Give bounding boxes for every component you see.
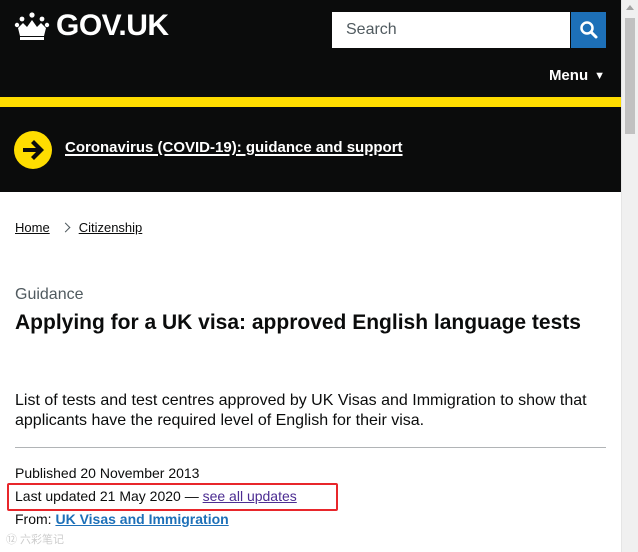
page-title: Applying for a UK visa: approved English… (15, 311, 581, 334)
logo-text: GOV.UK (56, 9, 169, 42)
section-divider (15, 447, 606, 448)
arrow-right-circle-icon (14, 131, 52, 169)
published-info: Published 20 November 2013 (15, 465, 199, 481)
govuk-logo-link[interactable]: GOV.UK (14, 8, 169, 44)
scroll-up-arrow-icon[interactable] (626, 5, 634, 10)
browser-viewport: GOV.UK Search Menu ▼ Coronavirus (COVID-… (0, 0, 638, 552)
page-caption: Guidance (15, 286, 84, 303)
breadcrumb: Home Citizenship (15, 220, 142, 235)
vertical-scrollbar[interactable] (621, 0, 638, 552)
search-button[interactable] (571, 12, 606, 48)
menu-button[interactable]: Menu ▼ (549, 66, 605, 84)
published-date: 20 November 2013 (80, 465, 200, 481)
from-label: From: (15, 511, 56, 527)
page-lead: List of tests and test centres approved … (15, 392, 587, 429)
header-yellow-stripe (0, 97, 621, 107)
breadcrumb-citizenship[interactable]: Citizenship (79, 220, 143, 235)
chevron-down-icon: ▼ (594, 70, 605, 82)
highlight-annotation-box (7, 483, 338, 511)
published-prefix: Published (15, 465, 81, 481)
from-info: From: UK Visas and Immigration (15, 511, 229, 527)
scrollbar-thumb[interactable] (625, 18, 635, 134)
search-icon (579, 21, 597, 39)
covid-guidance-link[interactable]: Coronavirus (COVID-19): guidance and sup… (65, 139, 403, 156)
search-input[interactable]: Search (332, 12, 570, 48)
breadcrumb-home[interactable]: Home (15, 220, 50, 235)
covid-banner: Coronavirus (COVID-19): guidance and sup… (0, 107, 621, 192)
crown-icon (14, 12, 50, 40)
site-header: GOV.UK Search Menu ▼ (0, 0, 621, 97)
watermark-text: ⑫ 六彩笔记 (6, 534, 65, 546)
chevron-right-icon (60, 222, 71, 233)
menu-label: Menu (548, 66, 589, 84)
organisation-link[interactable]: UK Visas and Immigration (55, 511, 228, 527)
